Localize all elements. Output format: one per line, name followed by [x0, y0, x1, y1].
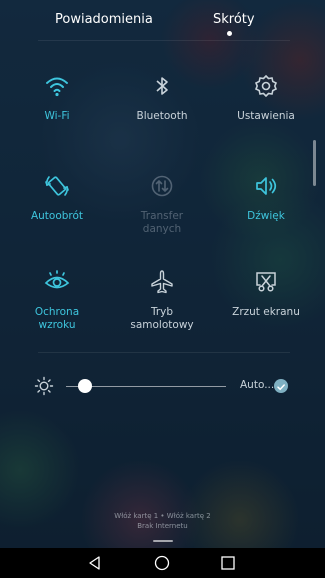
- tile-label-line2: wzroku: [38, 319, 76, 331]
- gear-icon: [254, 74, 278, 98]
- tile-label-line2: samolotowy: [130, 319, 194, 331]
- autorotate-icon: [45, 176, 69, 196]
- tile-screenshot[interactable]: Zrzut ekranu: [212, 268, 320, 358]
- tile-label-line1: Tryb: [150, 306, 174, 318]
- tile-sound[interactable]: Dźwięk: [212, 172, 320, 262]
- tile-label: Transfer danych: [108, 210, 216, 236]
- home-icon[interactable]: [154, 555, 170, 571]
- active-tab-indicator: [227, 31, 232, 36]
- panel-tabs: Powiadomienia Skróty: [0, 0, 325, 42]
- navigation-bar: [0, 548, 325, 578]
- tile-label: Wi-Fi: [44, 110, 70, 122]
- auto-brightness-checkbox[interactable]: [274, 379, 288, 393]
- eye-icon: [44, 270, 70, 289]
- tile-autorotate[interactable]: Autoobrót: [3, 172, 111, 262]
- airplane-icon: [151, 270, 173, 294]
- brightness-divider: [38, 352, 290, 353]
- tile-wifi[interactable]: Wi-Fi: [3, 72, 111, 162]
- tile-label: Autoobrót: [30, 210, 84, 222]
- tile-label: Bluetooth: [136, 110, 188, 122]
- tab-notifications[interactable]: Powiadomienia: [55, 12, 153, 27]
- recents-icon[interactable]: [220, 555, 236, 571]
- auto-brightness-label: Auto...: [240, 379, 275, 391]
- tile-label: Ochrona wzroku: [3, 306, 111, 332]
- back-icon[interactable]: [87, 555, 103, 571]
- tile-airplane-mode[interactable]: Tryb samolotowy: [108, 268, 216, 358]
- speaker-icon: [256, 177, 277, 195]
- tile-settings[interactable]: Ustawienia: [212, 72, 320, 162]
- tab-shortcuts[interactable]: Skróty: [213, 12, 255, 27]
- tile-label-line1: Ochrona: [34, 306, 80, 318]
- brightness-row: Auto...: [0, 370, 325, 404]
- header-divider: [38, 40, 290, 41]
- internet-status-text: Brak Internetu: [137, 522, 188, 530]
- wifi-icon: [46, 77, 68, 97]
- tile-bluetooth[interactable]: Bluetooth: [108, 72, 216, 162]
- bluetooth-icon: [156, 77, 168, 95]
- data-transfer-icon: [151, 175, 173, 197]
- panel-drag-handle[interactable]: [153, 540, 173, 542]
- tile-label: Tryb samolotowy: [108, 306, 216, 332]
- tile-label: Ustawienia: [237, 110, 295, 122]
- tile-eye-comfort[interactable]: Ochrona wzroku: [3, 268, 111, 358]
- tile-label-line2: danych: [142, 223, 182, 235]
- checkmark-icon: [277, 384, 285, 391]
- tile-label: Dźwięk: [247, 210, 285, 222]
- sim-status-text: Włóż kartę 1 • Włóż kartę 2: [114, 512, 211, 520]
- brightness-slider-thumb[interactable]: [78, 379, 93, 393]
- scrollbar[interactable]: [313, 140, 316, 186]
- brightness-icon: [34, 376, 54, 396]
- tile-label-line1: Transfer: [140, 210, 184, 222]
- screenshot-icon: [256, 272, 276, 292]
- tile-data-transfer[interactable]: Transfer danych: [108, 172, 216, 262]
- tile-label: Zrzut ekranu: [232, 306, 300, 318]
